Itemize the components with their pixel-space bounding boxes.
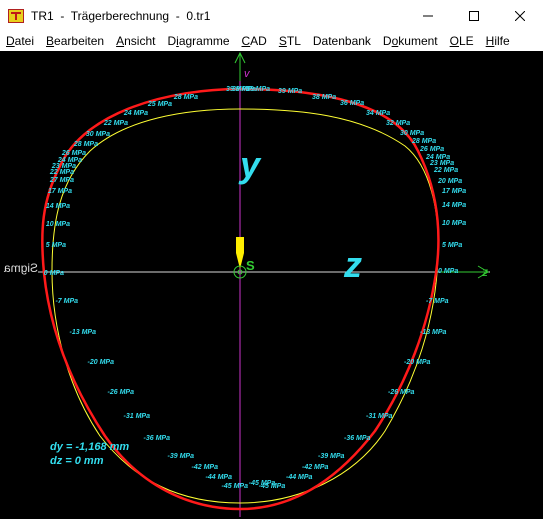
- stress-label: 17 MPa: [48, 188, 72, 195]
- stress-label: 27 MPa: [49, 177, 74, 184]
- menu-item-diagramme[interactable]: Diagramme: [161, 34, 235, 48]
- stress-label: -44 MPa: [206, 474, 233, 481]
- stress-label: 0 MPa: [438, 268, 458, 275]
- stress-label: 20 MPa: [437, 178, 462, 185]
- stress-label: 23 MPa: [429, 160, 454, 167]
- stress-label: 22 MPa: [103, 120, 128, 127]
- stress-label: -20 MPa: [404, 359, 431, 366]
- right-stress-labels: 39 MPa 38 MPa 36 MPa34 MPa 32 MPa 30 MPa28 M…: [278, 88, 466, 481]
- title-bar[interactable]: TR1 - Trägerberechnung - 0.tr1: [0, 0, 543, 31]
- close-icon: [515, 10, 525, 21]
- menu-item-dokument[interactable]: Dokument: [377, 34, 444, 48]
- menu-item-bearbeiten[interactable]: Bearbeiten: [40, 34, 110, 48]
- deflection-dy: dy = -1,168 mm: [50, 441, 129, 453]
- menu-item-datenbank[interactable]: Datenbank: [307, 34, 377, 48]
- stress-label: -36 MPa: [144, 435, 171, 442]
- stress-label: -13 MPa: [420, 329, 447, 336]
- stress-label: -45 MPa: [222, 483, 249, 490]
- maximize-icon: [469, 10, 479, 21]
- stress-label: 30 MPa: [86, 131, 110, 138]
- stress-label: -31 MPa: [124, 413, 151, 420]
- stress-label: 32 MPa: [386, 120, 410, 127]
- stress-label: -13 MPa: [70, 329, 97, 336]
- bottom-stress-labels: -45 MPa-45 MPa: [249, 480, 286, 490]
- menu-item-ole[interactable]: OLE: [444, 34, 480, 48]
- stress-label: -26 MPa: [108, 389, 135, 396]
- stress-label: -42 MPa: [192, 464, 219, 471]
- close-button[interactable]: [497, 0, 543, 31]
- stress-label: 36 MPa: [340, 100, 364, 107]
- drawing-canvas[interactable]: v z S y z Sigma dy = -1,168 mm dz = 0 mm…: [0, 51, 543, 519]
- stress-label: 24 MPa: [123, 110, 148, 117]
- stress-label: -39 MPa: [168, 453, 195, 460]
- stress-label: -31 MPa: [366, 413, 393, 420]
- window-title: TR1 - Trägerberechnung - 0.tr1: [31, 8, 211, 23]
- left-stress-labels: 28 MPa25 MPa24 MPa22 MPa30 MPa28 MPa26 M…: [44, 94, 248, 490]
- menu-item-datei[interactable]: Datei: [0, 34, 40, 48]
- stress-label: 5 MPa: [46, 242, 66, 249]
- stress-label: -26 MPa: [388, 389, 415, 396]
- shear-center-label: S: [246, 258, 255, 273]
- stress-label: 10 MPa: [46, 221, 70, 228]
- stress-label: 17 MPa: [442, 188, 466, 195]
- stress-label: -7 MPa: [55, 298, 78, 305]
- sigma-label: Sigma: [4, 261, 38, 275]
- stress-label: 34 MPa: [366, 110, 390, 117]
- app-window: TR1 - Trägerberechnung - 0.tr1 Datei Bear…: [0, 0, 543, 519]
- y-axis-big-label: y: [238, 144, 262, 185]
- stress-label: 10 MPa: [442, 220, 466, 227]
- stress-label: 14 MPa: [46, 203, 70, 210]
- stress-label: 28 MPa: [73, 141, 98, 148]
- top-stress-labels: 39 MPa39 MPa39 MPa: [226, 86, 270, 93]
- stress-label: 5 MPa: [442, 242, 462, 249]
- minimize-icon: [423, 15, 433, 16]
- z-axis-label: z: [481, 265, 488, 279]
- z-axis-big-label: z: [343, 244, 362, 285]
- stress-label: 39 MPa: [278, 88, 302, 95]
- deflection-dz: dz = 0 mm: [50, 455, 104, 467]
- stress-label: 0 MPa: [44, 270, 64, 277]
- minimize-button[interactable]: [405, 0, 451, 31]
- menu-item-cad[interactable]: CAD: [236, 34, 273, 48]
- stress-label: 38 MPa: [312, 94, 336, 101]
- v-axis-label: v: [244, 68, 251, 80]
- stress-label: 25 MPa: [147, 101, 172, 108]
- stress-label: 26 MPa: [61, 150, 86, 157]
- stress-label: 26 MPa: [419, 146, 444, 153]
- stress-diagram[interactable]: v z S y z Sigma dy = -1,168 mm dz = 0 mm…: [0, 51, 543, 519]
- stress-label: -44 MPa: [286, 474, 313, 481]
- app-logo-icon[interactable]: [8, 8, 24, 23]
- stress-label: 30 MPa: [400, 130, 424, 137]
- menu-item-hilfe[interactable]: Hilfe: [480, 34, 516, 48]
- stress-label: 28 MPa: [173, 94, 198, 101]
- stress-label: 22 MPa: [433, 167, 458, 174]
- stress-label: -36 MPa: [344, 435, 371, 442]
- stress-label: -42 MPa: [302, 464, 329, 471]
- stress-label: -45 MPa: [259, 483, 286, 490]
- maximize-button[interactable]: [451, 0, 497, 31]
- stress-label: 22 MPa: [49, 169, 74, 176]
- window-controls: [405, 0, 543, 31]
- stress-label: 14 MPa: [442, 202, 466, 209]
- stress-label: -7 MPa: [426, 298, 449, 305]
- stress-label: -20 MPa: [88, 359, 115, 366]
- stress-label: 39 MPa: [246, 86, 270, 93]
- stress-label: -39 MPa: [318, 453, 345, 460]
- load-arrow-shaft: [236, 237, 244, 253]
- stress-label: 28 MPa: [411, 138, 436, 145]
- menu-item-stl[interactable]: STL: [273, 34, 307, 48]
- menu-item-ansicht[interactable]: Ansicht: [110, 34, 161, 48]
- menu-bar: Datei Bearbeiten Ansicht Diagramme CAD STL Dat…: [0, 31, 543, 51]
